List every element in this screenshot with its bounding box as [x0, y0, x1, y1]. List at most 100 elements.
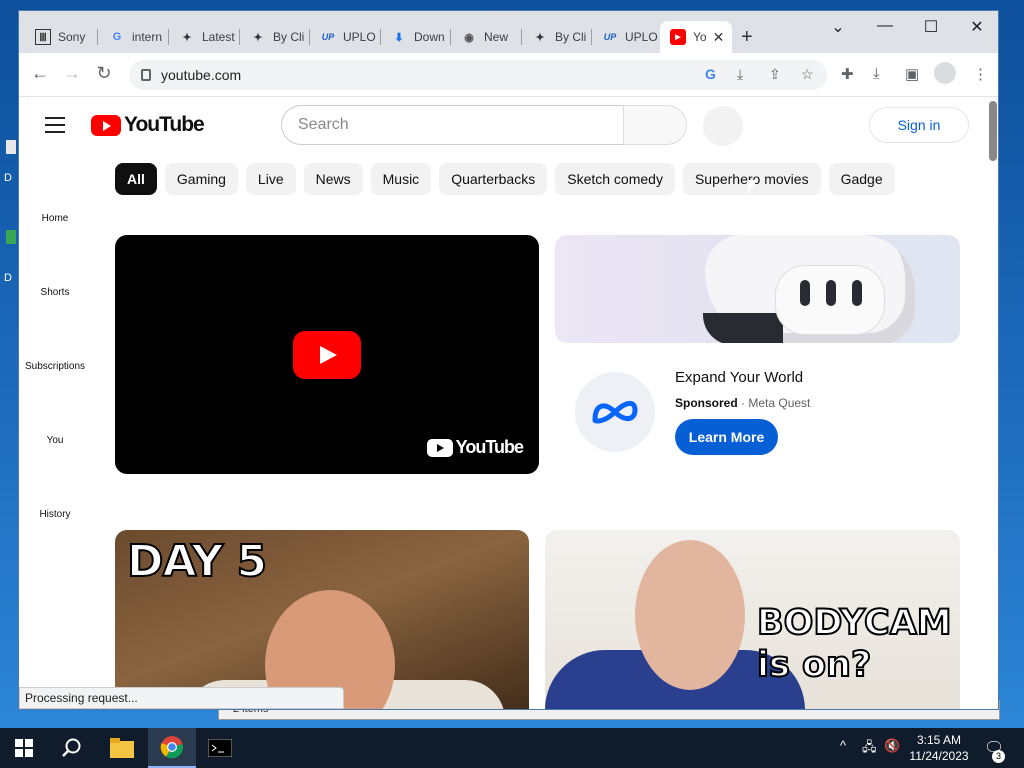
desktop-icon-label: D	[4, 272, 12, 284]
side-panel-icon[interactable]: ▣	[905, 65, 919, 83]
youtube-watermark-icon	[426, 438, 453, 457]
lock-icon[interactable]	[141, 69, 151, 81]
start-button[interactable]	[0, 728, 48, 768]
windows-icon	[15, 739, 33, 757]
youtube-page: YouTube Search Sign in All Gaming Live News…	[19, 97, 998, 709]
chip-live[interactable]: Live	[245, 163, 296, 195]
forward-button[interactable]: →	[60, 63, 84, 84]
tab-upload-2[interactable]: UP UPLO	[592, 21, 662, 53]
downloads-icon[interactable]: ⤓	[873, 65, 880, 82]
vr-headset-strap	[703, 313, 783, 343]
youtube-logo[interactable]: YouTube	[91, 113, 205, 137]
chip-news[interactable]: News	[303, 163, 363, 195]
chrome-menu-icon[interactable]: ⋮	[973, 65, 988, 83]
sidebar-item-home[interactable]: Home	[19, 213, 91, 224]
file-explorer-button[interactable]	[98, 728, 146, 768]
guide-menu-icon[interactable]	[45, 117, 65, 138]
youtube-icon: ▶	[670, 29, 686, 45]
tab-strip: Ⅲ Sony G intern ✦ Latest ✦ By Cli UP UPL…	[19, 11, 998, 53]
sign-in-label: Sign in	[897, 117, 941, 133]
search-button[interactable]	[623, 105, 687, 145]
tab-internet[interactable]: G intern	[99, 21, 169, 53]
page-scrollbar[interactable]	[989, 101, 997, 161]
tab-label: UPLO	[343, 30, 376, 44]
sidebar-item-subscriptions[interactable]: Subscriptions	[19, 361, 91, 372]
network-icon[interactable]: 🖧	[862, 738, 877, 760]
install-app-icon[interactable]: ⤓	[737, 66, 743, 83]
sidebar-item-history[interactable]: History	[19, 509, 91, 520]
ad-meta: Sponsored · Meta Quest	[675, 396, 811, 410]
meta-logo-icon[interactable]	[575, 372, 655, 452]
sign-in-button[interactable]: Sign in	[869, 107, 969, 143]
clock-time: 3:15 AM	[916, 733, 962, 747]
chip-sketch-comedy[interactable]: Sketch comedy	[555, 163, 675, 195]
chip-gaming[interactable]: Gaming	[164, 163, 238, 195]
ad-advertiser: Meta Quest	[748, 396, 811, 410]
search-input[interactable]: Search	[281, 105, 625, 145]
close-window-button[interactable]: ✕	[962, 17, 992, 37]
tab-latest[interactable]: ✦ Latest	[169, 21, 239, 53]
minimize-button[interactable]: —	[870, 17, 900, 35]
url-text: youtube.com	[161, 67, 242, 83]
chip-gadgets[interactable]: Gadge	[828, 163, 895, 195]
google-icon: G	[112, 31, 122, 43]
chip-all[interactable]: All	[115, 163, 157, 195]
sidebar-item-you[interactable]: You	[19, 435, 91, 446]
new-tab-button[interactable]: +	[741, 26, 753, 49]
tab-byclick-1[interactable]: ✦ By Cli	[240, 21, 310, 53]
close-tab-icon[interactable]: ✕	[713, 29, 725, 46]
download-icon: ⬇	[394, 31, 404, 44]
chip-quarterbacks[interactable]: Quarterbacks	[439, 163, 548, 195]
tab-download[interactable]: ⬇ Down	[381, 21, 451, 53]
reload-button[interactable]: ↻	[92, 63, 116, 84]
volume-muted-icon[interactable]: 🔇	[884, 738, 900, 754]
maximize-button[interactable]: ☐	[916, 17, 946, 37]
browser-status-bar: Processing request...	[19, 687, 344, 709]
chrome-taskbar-button[interactable]	[148, 728, 196, 768]
youtube-play-logo-icon	[91, 114, 121, 136]
tab-label: UPLO	[625, 30, 658, 44]
status-text: Processing request...	[25, 691, 138, 705]
back-button[interactable]: ←	[28, 63, 52, 84]
chip-music[interactable]: Music	[370, 163, 432, 195]
taskbar-search-button[interactable]	[48, 728, 96, 768]
voice-search-button[interactable]	[703, 106, 743, 146]
terminal-taskbar-button[interactable]	[196, 728, 244, 768]
tab-label: By Cli	[555, 30, 587, 44]
tab-sony[interactable]: Ⅲ Sony	[25, 21, 95, 53]
desktop-icon-label: D	[4, 172, 12, 184]
share-icon[interactable]: ⇪	[769, 66, 781, 83]
system-clock[interactable]: 3:15 AM 11/24/2023	[904, 732, 974, 764]
tab-label: New	[484, 30, 509, 44]
play-button[interactable]	[293, 331, 361, 379]
bird-icon: ✦	[253, 31, 263, 44]
search-placeholder: Search	[298, 116, 349, 133]
tab-byclick-2[interactable]: ✦ By Cli	[522, 21, 592, 53]
tab-new[interactable]: ◉ New	[451, 21, 521, 53]
tab-youtube[interactable]: ▶ Yo ✕	[660, 21, 732, 53]
video-thumbnail[interactable]: DAY 5	[115, 530, 529, 709]
ad-title[interactable]: Expand Your World	[675, 369, 803, 386]
bird-icon: ✦	[182, 31, 192, 44]
browser-toolbar: ← → ↻ youtube.com G ⤓ ⇪ ☆ ✚ ⤓ ▣ ⋮	[19, 53, 998, 97]
bookmark-star-icon[interactable]: ☆	[801, 66, 814, 83]
extensions-icon[interactable]: ✚	[841, 65, 854, 83]
tab-label: Yo	[693, 30, 707, 44]
player-watermark-text: YouTube	[455, 437, 524, 457]
thumbnail-text: BODYCAM is on?	[756, 602, 953, 686]
video-player[interactable]: YouTube	[115, 235, 539, 474]
profile-avatar[interactable]	[934, 62, 956, 84]
google-lens-icon[interactable]: G	[705, 66, 716, 82]
show-hidden-icons[interactable]: ^	[840, 738, 846, 753]
tab-label: Sony	[58, 30, 86, 44]
learn-more-button[interactable]: Learn More	[675, 419, 778, 455]
sidebar-item-shorts[interactable]: Shorts	[19, 287, 91, 298]
address-bar[interactable]: youtube.com G ⤓ ⇪ ☆	[129, 60, 827, 90]
uploader-icon: UP	[603, 32, 617, 42]
tab-upload-1[interactable]: UP UPLO	[310, 21, 380, 53]
desktop-icon[interactable]	[6, 230, 16, 244]
desktop-icon[interactable]	[6, 140, 16, 154]
ad-banner-image[interactable]	[555, 235, 960, 343]
video-thumbnail[interactable]: BODYCAM is on?	[545, 530, 960, 709]
tab-search-icon[interactable]: ⌄	[823, 17, 853, 37]
